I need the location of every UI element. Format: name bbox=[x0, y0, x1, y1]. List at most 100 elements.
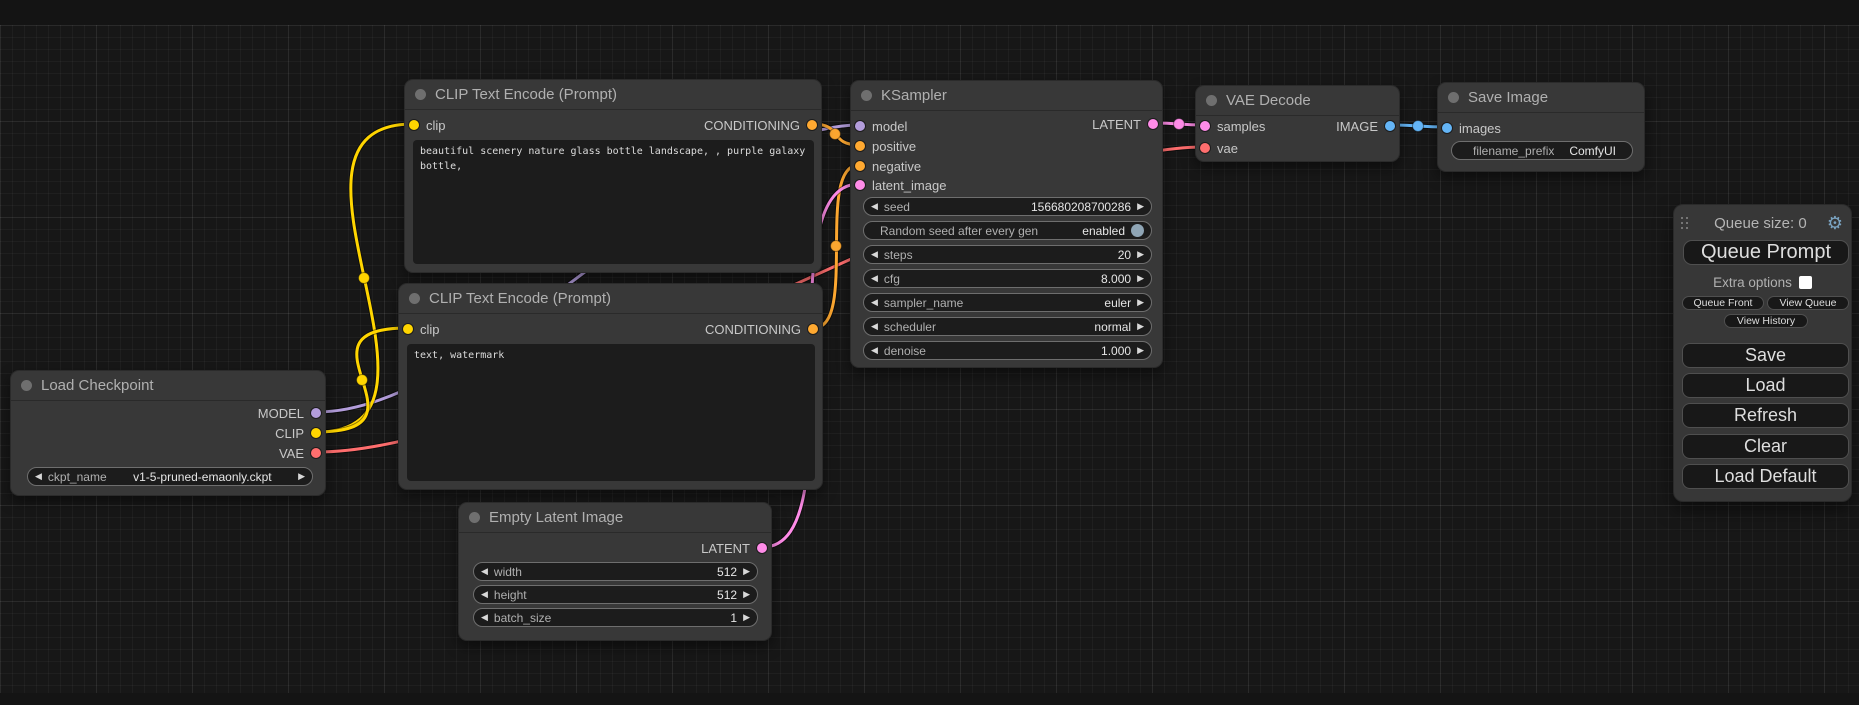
model-pin-icon[interactable] bbox=[311, 408, 321, 418]
node-save-image: Save Image images filename_prefix ComfyU… bbox=[1437, 82, 1645, 172]
latent-pin-icon[interactable] bbox=[757, 543, 767, 553]
input-slot-images[interactable]: images bbox=[1442, 118, 1501, 138]
view-queue-button[interactable]: View Queue bbox=[1767, 296, 1849, 310]
clip-pin-icon[interactable] bbox=[311, 428, 321, 438]
prompt-textarea[interactable]: text, watermark bbox=[407, 344, 815, 481]
node-titlebar[interactable]: CLIP Text Encode (Prompt) bbox=[399, 284, 822, 314]
conditioning-pin-icon[interactable] bbox=[855, 161, 865, 171]
increment-arrow-icon[interactable]: ▶ bbox=[298, 472, 305, 481]
increment-arrow-icon[interactable]: ▶ bbox=[743, 613, 750, 622]
node-titlebar[interactable]: VAE Decode bbox=[1196, 86, 1399, 116]
node-titlebar[interactable]: KSampler bbox=[851, 81, 1162, 111]
widget-value: 1 bbox=[557, 611, 737, 625]
seed-widget[interactable]: ◀ seed 156680208700286 ▶ bbox=[863, 197, 1152, 216]
decrement-arrow-icon[interactable]: ◀ bbox=[481, 613, 488, 622]
collapse-dot-icon[interactable] bbox=[409, 293, 420, 304]
conditioning-pin-icon[interactable] bbox=[807, 120, 817, 130]
input-slot-positive[interactable]: positive bbox=[855, 136, 916, 156]
extra-options-checkbox[interactable] bbox=[1799, 276, 1812, 289]
input-slot-samples[interactable]: samples bbox=[1200, 116, 1265, 136]
refresh-button[interactable]: Refresh bbox=[1682, 403, 1849, 428]
queue-prompt-button[interactable]: Queue Prompt bbox=[1683, 240, 1849, 265]
prompt-textarea[interactable]: beautiful scenery nature glass bottle la… bbox=[413, 140, 814, 264]
decrement-arrow-icon[interactable]: ◀ bbox=[871, 274, 878, 283]
output-slot-image[interactable]: IMAGE bbox=[1336, 116, 1395, 136]
save-button[interactable]: Save bbox=[1682, 343, 1849, 368]
ckpt-name-widget[interactable]: ◀ ckpt_name v1-5-pruned-emaonly.ckpt ▶ bbox=[27, 467, 313, 486]
node-titlebar[interactable]: Save Image bbox=[1438, 83, 1644, 113]
cfg-widget[interactable]: ◀ cfg 8.000 ▶ bbox=[863, 269, 1152, 288]
increment-arrow-icon[interactable]: ▶ bbox=[1137, 346, 1144, 355]
decrement-arrow-icon[interactable]: ◀ bbox=[871, 346, 878, 355]
image-pin-icon[interactable] bbox=[1385, 121, 1395, 131]
node-titlebar[interactable]: Load Checkpoint bbox=[11, 371, 325, 401]
gear-icon[interactable]: ⚙ bbox=[1827, 214, 1843, 232]
collapse-dot-icon[interactable] bbox=[1206, 95, 1217, 106]
decrement-arrow-icon[interactable]: ◀ bbox=[871, 322, 878, 331]
increment-arrow-icon[interactable]: ▶ bbox=[1137, 298, 1144, 307]
latent-pin-icon[interactable] bbox=[855, 180, 865, 190]
widget-value: normal bbox=[942, 320, 1131, 334]
output-slot-conditioning[interactable]: CONDITIONING bbox=[705, 319, 818, 339]
output-slot-latent[interactable]: LATENT bbox=[701, 538, 767, 558]
clip-pin-icon[interactable] bbox=[409, 120, 419, 130]
load-button[interactable]: Load bbox=[1682, 373, 1849, 398]
enabled-toggle-icon[interactable] bbox=[1131, 224, 1144, 237]
increment-arrow-icon[interactable]: ▶ bbox=[1137, 274, 1144, 283]
node-titlebar[interactable]: Empty Latent Image bbox=[459, 503, 771, 533]
vae-pin-icon[interactable] bbox=[1200, 143, 1210, 153]
increment-arrow-icon[interactable]: ▶ bbox=[743, 567, 750, 576]
height-widget[interactable]: ◀ height 512 ▶ bbox=[473, 585, 758, 604]
queue-front-button[interactable]: Queue Front bbox=[1682, 296, 1764, 310]
increment-arrow-icon[interactable]: ▶ bbox=[1137, 250, 1144, 259]
denoise-widget[interactable]: ◀ denoise 1.000 ▶ bbox=[863, 341, 1152, 360]
input-slot-model[interactable]: model bbox=[855, 116, 907, 136]
collapse-dot-icon[interactable] bbox=[469, 512, 480, 523]
random-seed-widget[interactable]: Random seed after every gen enabled bbox=[863, 221, 1152, 240]
scheduler-widget[interactable]: ◀ scheduler normal ▶ bbox=[863, 317, 1152, 336]
decrement-arrow-icon[interactable]: ◀ bbox=[35, 472, 42, 481]
decrement-arrow-icon[interactable]: ◀ bbox=[871, 202, 878, 211]
view-history-button[interactable]: View History bbox=[1724, 314, 1808, 328]
input-slot-latent-image[interactable]: latent_image bbox=[855, 175, 946, 195]
load-default-button[interactable]: Load Default bbox=[1682, 464, 1849, 489]
decrement-arrow-icon[interactable]: ◀ bbox=[481, 590, 488, 599]
model-pin-icon[interactable] bbox=[855, 121, 865, 131]
width-widget[interactable]: ◀ width 512 ▶ bbox=[473, 562, 758, 581]
collapse-dot-icon[interactable] bbox=[1448, 92, 1459, 103]
increment-arrow-icon[interactable]: ▶ bbox=[743, 590, 750, 599]
increment-arrow-icon[interactable]: ▶ bbox=[1137, 202, 1144, 211]
latent-pin-icon[interactable] bbox=[1200, 121, 1210, 131]
clear-button[interactable]: Clear bbox=[1682, 434, 1849, 459]
sampler-name-widget[interactable]: ◀ sampler_name euler ▶ bbox=[863, 293, 1152, 312]
increment-arrow-icon[interactable]: ▶ bbox=[1137, 322, 1144, 331]
drag-handle-icon[interactable] bbox=[1680, 216, 1690, 230]
filename-prefix-widget[interactable]: filename_prefix ComfyUI bbox=[1451, 141, 1633, 160]
image-pin-icon[interactable] bbox=[1442, 123, 1452, 133]
input-slot-clip[interactable]: clip bbox=[409, 115, 446, 135]
collapse-dot-icon[interactable] bbox=[21, 380, 32, 391]
widget-value: euler bbox=[969, 296, 1131, 310]
output-slot-latent[interactable]: LATENT bbox=[1092, 114, 1158, 134]
output-slot-vae[interactable]: VAE bbox=[279, 443, 321, 463]
latent-pin-icon[interactable] bbox=[1148, 119, 1158, 129]
conditioning-pin-icon[interactable] bbox=[855, 141, 865, 151]
input-slot-negative[interactable]: negative bbox=[855, 156, 921, 176]
node-titlebar[interactable]: CLIP Text Encode (Prompt) bbox=[405, 80, 821, 110]
collapse-dot-icon[interactable] bbox=[861, 90, 872, 101]
decrement-arrow-icon[interactable]: ◀ bbox=[871, 298, 878, 307]
vae-pin-icon[interactable] bbox=[311, 448, 321, 458]
steps-widget[interactable]: ◀ steps 20 ▶ bbox=[863, 245, 1152, 264]
widget-value: v1-5-pruned-emaonly.ckpt bbox=[113, 470, 292, 484]
decrement-arrow-icon[interactable]: ◀ bbox=[871, 250, 878, 259]
conditioning-pin-icon[interactable] bbox=[808, 324, 818, 334]
output-slot-clip[interactable]: CLIP bbox=[275, 423, 321, 443]
collapse-dot-icon[interactable] bbox=[415, 89, 426, 100]
decrement-arrow-icon[interactable]: ◀ bbox=[481, 567, 488, 576]
output-slot-conditioning[interactable]: CONDITIONING bbox=[704, 115, 817, 135]
input-slot-vae[interactable]: vae bbox=[1200, 138, 1238, 158]
output-slot-model[interactable]: MODEL bbox=[258, 403, 321, 423]
clip-pin-icon[interactable] bbox=[403, 324, 413, 334]
input-slot-clip[interactable]: clip bbox=[403, 319, 440, 339]
batch-size-widget[interactable]: ◀ batch_size 1 ▶ bbox=[473, 608, 758, 627]
